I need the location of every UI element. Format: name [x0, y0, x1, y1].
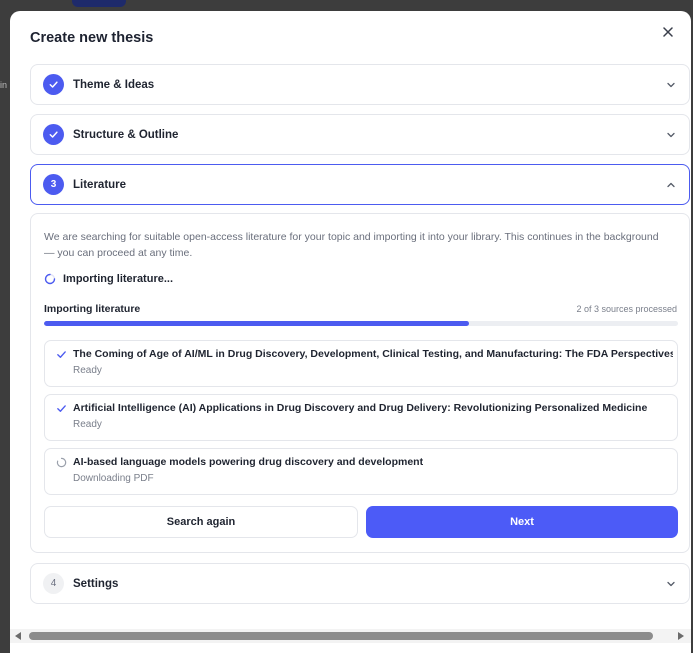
literature-intro-text: We are searching for suitable open-acces… [44, 231, 659, 259]
background-button [72, 0, 126, 7]
spinner-icon [55, 456, 67, 468]
progress-label: Importing literature [44, 303, 141, 315]
source-status: Ready [73, 419, 102, 430]
close-button[interactable] [659, 23, 677, 41]
check-icon [55, 348, 67, 360]
next-button[interactable]: Next [366, 506, 678, 538]
step-label: Settings [73, 577, 119, 590]
source-status: Downloading PDF [73, 473, 154, 484]
chevron-down-icon [665, 79, 677, 91]
step-number-badge: 4 [43, 573, 64, 594]
scroll-right-arrow-icon[interactable] [678, 632, 684, 640]
step-label: Structure & Outline [73, 128, 179, 141]
progress-bar-fill [44, 321, 469, 326]
step-label: Literature [73, 178, 127, 191]
close-icon [663, 27, 673, 37]
progress-bar [44, 321, 678, 326]
source-item: Artificial Intelligence (AI) Application… [44, 394, 678, 441]
source-title: Artificial Intelligence (AI) Application… [73, 402, 648, 414]
chevron-up-icon [665, 179, 677, 191]
modal-title: Create new thesis [30, 30, 154, 46]
scroll-left-arrow-icon[interactable] [15, 632, 21, 640]
source-item: AI-based language models powering drug d… [44, 448, 678, 495]
step-complete-badge [43, 124, 64, 145]
spinner-icon [44, 273, 56, 285]
step-settings[interactable]: 4 Settings [30, 563, 690, 604]
scrollbar-thumb[interactable] [29, 632, 653, 640]
step-theme-ideas[interactable]: Theme & Ideas [30, 64, 690, 105]
literature-panel: We are searching for suitable open-acces… [30, 213, 690, 553]
check-icon [49, 81, 58, 88]
source-title: The Coming of Age of AI/ML in Drug Disco… [73, 348, 673, 360]
background-text-fragment: in [0, 80, 8, 90]
create-thesis-modal: Create new thesis Theme & Ideas Structur… [10, 11, 691, 653]
import-status-text: Importing literature... [63, 273, 174, 285]
import-status: Importing literature... [44, 273, 173, 285]
step-number-badge: 3 [43, 174, 64, 195]
chevron-down-icon [665, 129, 677, 141]
step-label: Theme & Ideas [73, 78, 155, 91]
check-icon [49, 131, 58, 138]
source-item: The Coming of Age of AI/ML in Drug Disco… [44, 340, 678, 387]
source-status: Ready [73, 365, 102, 376]
check-icon [55, 402, 67, 414]
horizontal-scrollbar[interactable] [10, 629, 691, 643]
step-complete-badge [43, 74, 64, 95]
chevron-down-icon [665, 578, 677, 590]
step-literature[interactable]: 3 Literature [30, 164, 690, 205]
search-again-button[interactable]: Search again [44, 506, 358, 538]
step-structure-outline[interactable]: Structure & Outline [30, 114, 690, 155]
source-title: AI-based language models powering drug d… [73, 456, 424, 468]
progress-count: 2 of 3 sources processed [576, 304, 677, 314]
